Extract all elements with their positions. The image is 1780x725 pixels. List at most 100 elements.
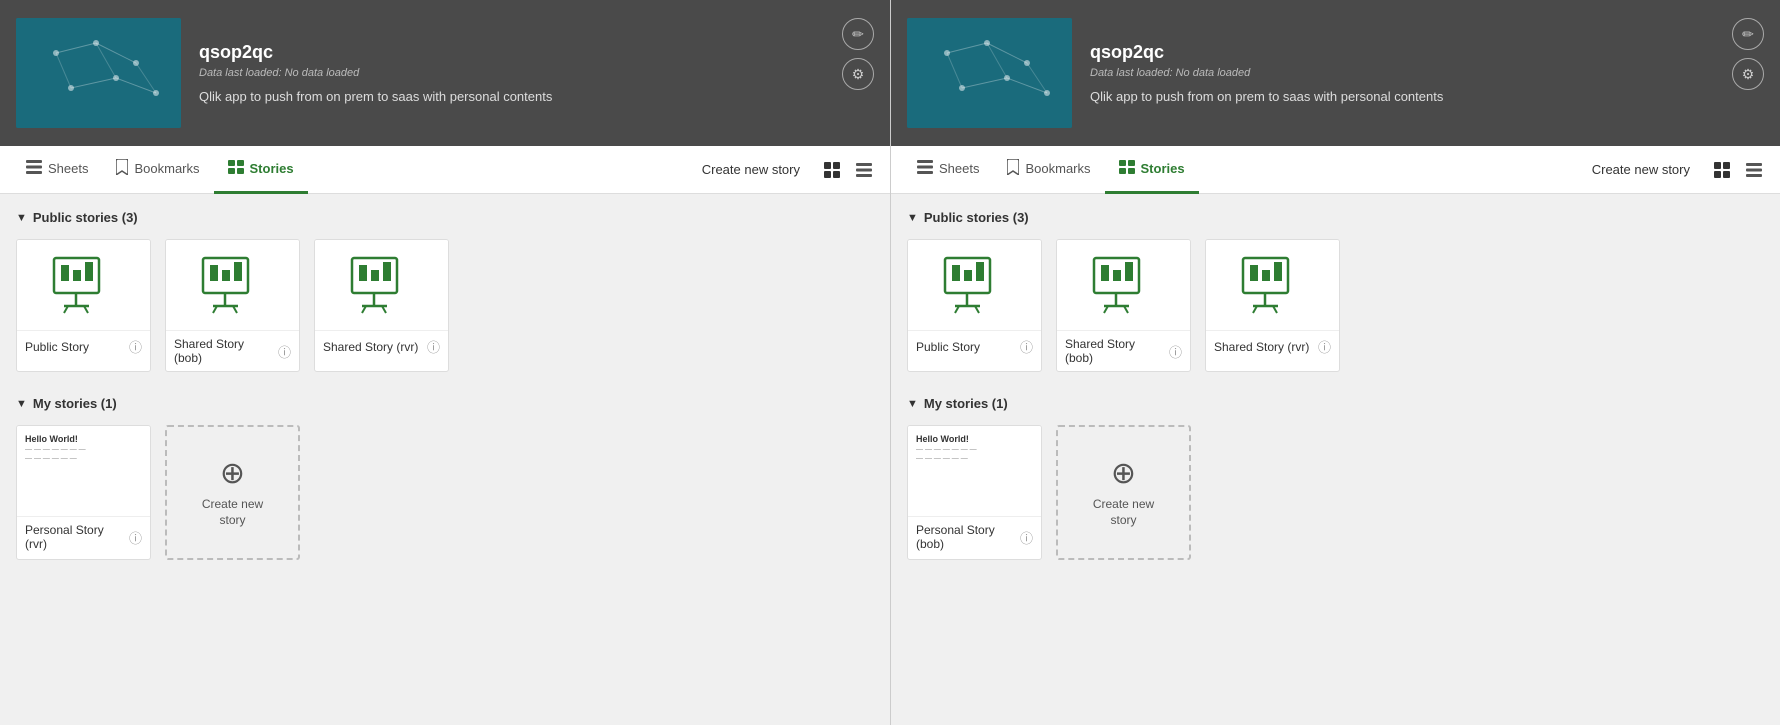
tab-sheets-label-right: Sheets [939,161,979,176]
story-thumb-shared-bob-left [166,240,299,330]
app-title-right: qsop2qc [1090,42,1764,63]
tab-stories-label-left: Stories [250,161,294,176]
header-actions-right: ✏ ⚙ [1732,18,1764,90]
create-new-story-top-right[interactable]: Create new story [1584,158,1698,181]
story-thumb-shared-rvr-right [1206,240,1339,330]
create-new-story-top-left[interactable]: Create new story [694,158,808,181]
chevron-public-right: ▼ [907,212,918,224]
settings-button-right[interactable]: ⚙ [1732,58,1764,90]
story-thumb-shared-rvr-left [315,240,448,330]
story-thumb-public-right [908,240,1041,330]
app-header-right: qsop2qc Data last loaded: No data loaded… [891,0,1780,146]
stories-icon-right [1119,160,1135,177]
create-label-right: Create newstory [1093,497,1154,528]
bookmarks-icon-right [1007,159,1019,178]
sheets-icon-left [26,160,42,177]
header-actions-left: ✏ ⚙ [842,18,874,90]
grid-view-btn-right[interactable] [1708,156,1736,184]
my-stories-section-right: ▼ My stories (1) Hello World! — — — — — … [907,396,1764,560]
app-info-left: qsop2qc Data last loaded: No data loaded… [199,42,874,104]
chevron-my-left: ▼ [16,398,27,410]
app-description-left: Qlik app to push from on prem to saas wi… [199,89,874,104]
info-icon-bob-left[interactable]: ⓘ [278,342,291,361]
story-card-public-right[interactable]: Public Story ⓘ [907,239,1042,372]
app-description-right: Qlik app to push from on prem to saas wi… [1090,89,1764,104]
app-thumbnail-right[interactable] [907,18,1072,128]
app-last-loaded-right: Data last loaded: No data loaded [1090,67,1764,79]
info-icon-public-left[interactable]: ⓘ [129,337,142,356]
info-icon-bob-right[interactable]: ⓘ [1169,342,1182,361]
story-label-shared-rvr-right: Shared Story (rvr) ⓘ [1206,330,1339,362]
story-label-shared-bob-left: Shared Story (bob) ⓘ [166,330,299,371]
story-card-shared-rvr-left[interactable]: Shared Story (rvr) ⓘ [314,239,449,372]
list-view-btn-left[interactable] [850,156,878,184]
story-label-public-left: Public Story ⓘ [17,330,150,362]
edit-button-left[interactable]: ✏ [842,18,874,50]
personal-story-card-right[interactable]: Hello World! — — — — — — — — — — — — — P… [907,425,1042,560]
public-stories-grid-left: Public Story ⓘ [16,239,874,372]
my-stories-section-left: ▼ My stories (1) Hello World! — — — — — … [16,396,874,560]
story-thumb-shared-bob-right [1057,240,1190,330]
app-last-loaded-left: Data last loaded: No data loaded [199,67,874,79]
personal-label-right: Personal Story (bob) ⓘ [908,516,1041,557]
tab-bookmarks-left[interactable]: Bookmarks [102,146,213,194]
personal-thumb-left: Hello World! — — — — — — — — — — — — — [17,426,150,516]
view-toggle-left [818,156,878,184]
tabs-bar-left: Sheets Bookmarks Stories Create new stor… [0,146,890,194]
tab-bookmarks-right[interactable]: Bookmarks [993,146,1104,194]
edit-button-right[interactable]: ✏ [1732,18,1764,50]
content-area-right: ▼ Public stories (3) [891,194,1780,725]
my-stories-header-left[interactable]: ▼ My stories (1) [16,396,874,411]
info-icon-rvr-right[interactable]: ⓘ [1318,337,1331,356]
story-card-shared-bob-right[interactable]: Shared Story (bob) ⓘ [1056,239,1191,372]
my-stories-label-right: My stories (1) [924,396,1008,411]
story-card-shared-rvr-right[interactable]: Shared Story (rvr) ⓘ [1205,239,1340,372]
public-stories-header-right[interactable]: ▼ Public stories (3) [907,210,1764,225]
create-label-left: Create newstory [202,497,263,528]
tab-stories-label-right: Stories [1141,161,1185,176]
list-view-btn-right[interactable] [1740,156,1768,184]
app-header-left: qsop2qc Data last loaded: No data loaded… [0,0,890,146]
app-thumbnail-left[interactable] [16,18,181,128]
tab-sheets-left[interactable]: Sheets [12,146,102,194]
story-card-public-left[interactable]: Public Story ⓘ [16,239,151,372]
chevron-public-left: ▼ [16,212,27,224]
tab-stories-left[interactable]: Stories [214,146,308,194]
my-stories-header-right[interactable]: ▼ My stories (1) [907,396,1764,411]
story-label-shared-bob-right: Shared Story (bob) ⓘ [1057,330,1190,371]
grid-view-btn-left[interactable] [818,156,846,184]
my-stories-grid-right: Hello World! — — — — — — — — — — — — — P… [907,425,1764,560]
info-icon-personal-left[interactable]: ⓘ [129,528,142,547]
public-stories-label-right: Public stories (3) [924,210,1029,225]
personal-label-left: Personal Story (rvr) ⓘ [17,516,150,557]
my-stories-label-left: My stories (1) [33,396,117,411]
info-icon-personal-right[interactable]: ⓘ [1020,528,1033,547]
plus-icon-left: ⊕ [220,456,245,491]
story-label-public-right: Public Story ⓘ [908,330,1041,362]
tab-stories-right[interactable]: Stories [1105,146,1199,194]
story-card-shared-bob-left[interactable]: Shared Story (bob) ⓘ [165,239,300,372]
info-icon-public-right[interactable]: ⓘ [1020,337,1033,356]
create-story-card-right[interactable]: ⊕ Create newstory [1056,425,1191,560]
stories-icon-left [228,160,244,177]
panel-right: qsop2qc Data last loaded: No data loaded… [890,0,1780,725]
panel-left: qsop2qc Data last loaded: No data loaded… [0,0,890,725]
tab-bookmarks-label-right: Bookmarks [1025,161,1090,176]
settings-button-left[interactable]: ⚙ [842,58,874,90]
public-stories-grid-right: Public Story ⓘ [907,239,1764,372]
public-stories-header-left[interactable]: ▼ Public stories (3) [16,210,874,225]
tab-sheets-label-left: Sheets [48,161,88,176]
info-icon-rvr-left[interactable]: ⓘ [427,337,440,356]
app-title-left: qsop2qc [199,42,874,63]
chevron-my-right: ▼ [907,398,918,410]
public-stories-label-left: Public stories (3) [33,210,138,225]
my-stories-grid-left: Hello World! — — — — — — — — — — — — — P… [16,425,874,560]
personal-story-card-left[interactable]: Hello World! — — — — — — — — — — — — — P… [16,425,151,560]
tabs-bar-right: Sheets Bookmarks Stories Create new stor… [891,146,1780,194]
create-story-card-left[interactable]: ⊕ Create newstory [165,425,300,560]
tab-sheets-right[interactable]: Sheets [903,146,993,194]
story-label-shared-rvr-left: Shared Story (rvr) ⓘ [315,330,448,362]
personal-thumb-right: Hello World! — — — — — — — — — — — — — [908,426,1041,516]
plus-icon-right: ⊕ [1111,456,1136,491]
story-thumb-public-left [17,240,150,330]
